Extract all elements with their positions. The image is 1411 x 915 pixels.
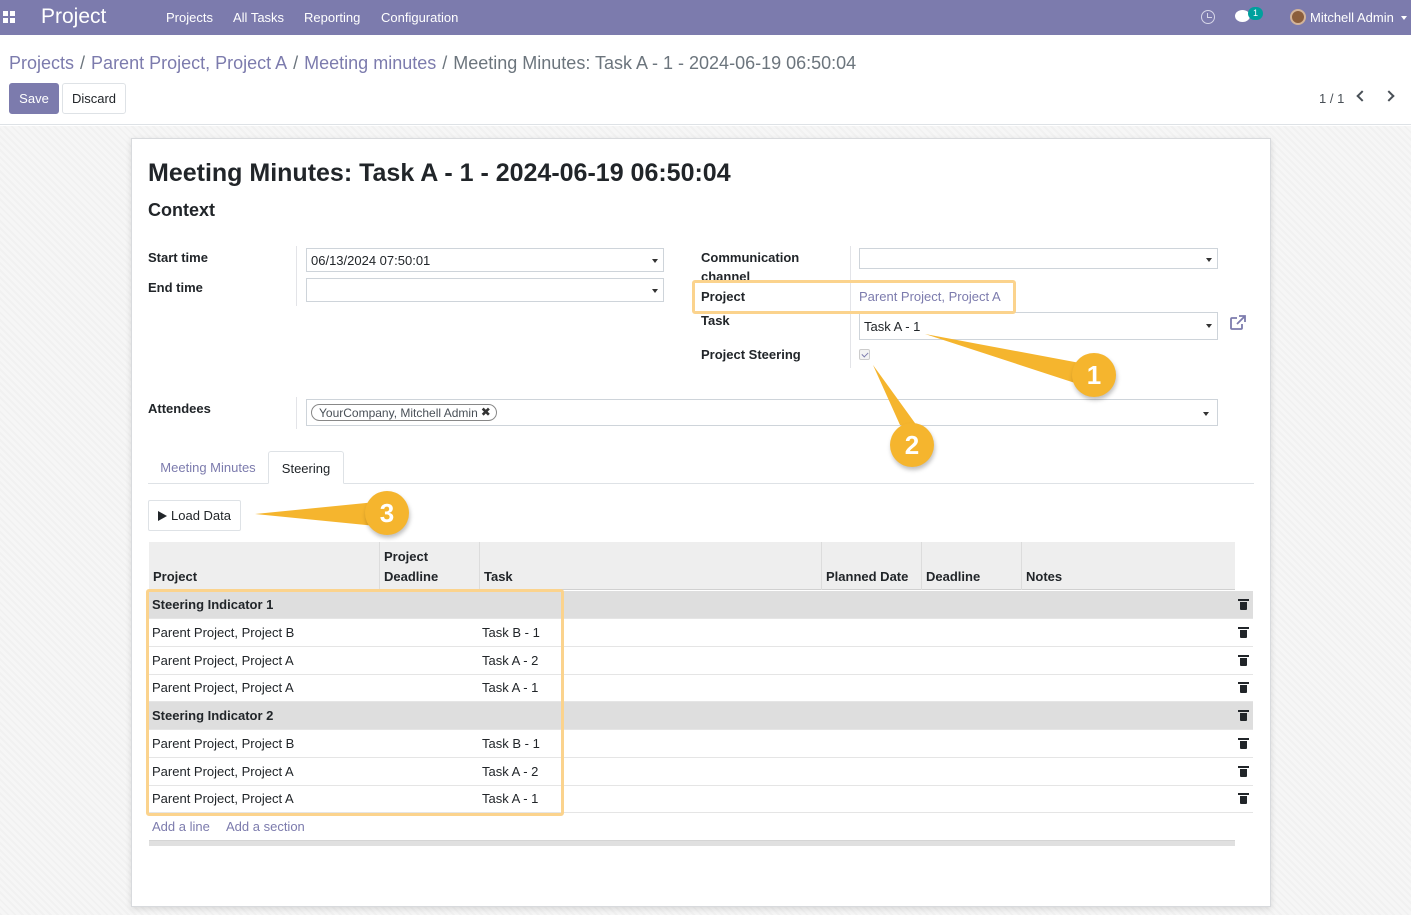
callout-badge-1: 1 [1072, 353, 1116, 397]
callout-arrows [255, 334, 1080, 526]
callout-badge-3: 3 [365, 491, 409, 535]
callout-arrow-3 [255, 502, 376, 526]
callout-arrow-1 [925, 334, 1080, 383]
callout-arrow-2 [873, 365, 920, 430]
callout-badge-2: 2 [890, 423, 934, 467]
